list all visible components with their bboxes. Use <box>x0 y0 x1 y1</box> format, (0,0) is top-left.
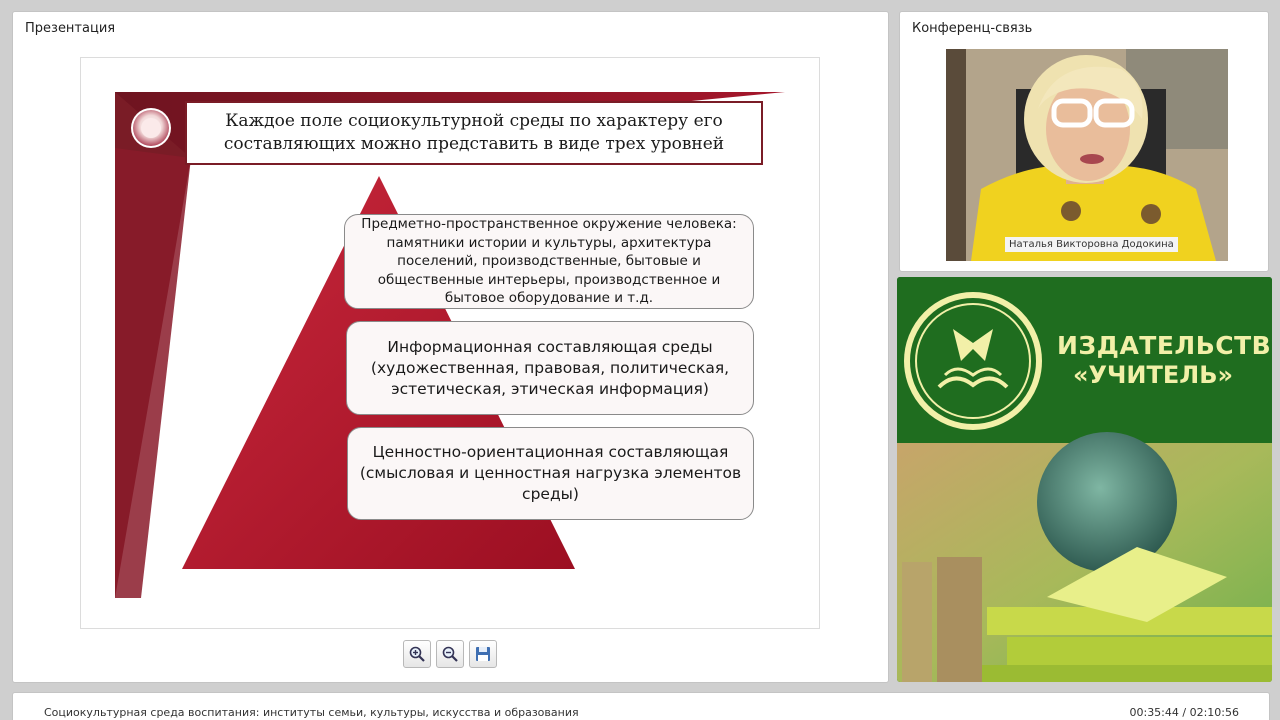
ad-title-line2: «УЧИТЕЛЬ» <box>1073 361 1233 389</box>
save-button[interactable] <box>469 640 497 668</box>
zoom-out-icon <box>442 646 458 662</box>
slide-title: Каждое поле социокультурной среды по хар… <box>185 101 763 165</box>
presentation-panel: Презентация Каждое поле социокультурной … <box>12 11 889 683</box>
level-box-information: Информационная составляющая среды (худож… <box>346 321 754 415</box>
zoom-out-button[interactable] <box>436 640 464 668</box>
bottom-info-bar: Социокультурная среда воспитания: инстит… <box>12 692 1270 720</box>
playback-time: 00:35:44 / 02:10:56 <box>1129 706 1239 719</box>
participant-name-tag: Наталья Викторовна Додокина <box>1005 237 1178 252</box>
zoom-in-icon <box>409 646 425 662</box>
conference-panel: Конференц-связь Наталья Викторовна Додок… <box>899 11 1269 272</box>
video-frame-graphic <box>946 49 1228 261</box>
floppy-save-icon <box>476 647 490 661</box>
lecture-title: Социокультурная среда воспитания: инстит… <box>44 706 579 719</box>
presentation-panel-title: Презентация <box>25 21 116 36</box>
publisher-ad-banner[interactable]: ИЗДАТЕЛЬСТВО «УЧИТЕЛЬ» <box>897 277 1272 682</box>
ad-title-line1: ИЗДАТЕЛЬСТВО <box>1057 331 1272 360</box>
conference-panel-title: Конференц-связь <box>912 21 1033 36</box>
presentation-slide: Каждое поле социокультурной среды по хар… <box>80 57 820 629</box>
participant-video[interactable]: Наталья Викторовна Додокина <box>946 49 1228 261</box>
level-box-spatial: Предметно-пространственное окружение чел… <box>344 214 754 309</box>
level-box-values: Ценностно-ориентационная составляющая (с… <box>347 427 754 520</box>
zoom-in-button[interactable] <box>403 640 431 668</box>
